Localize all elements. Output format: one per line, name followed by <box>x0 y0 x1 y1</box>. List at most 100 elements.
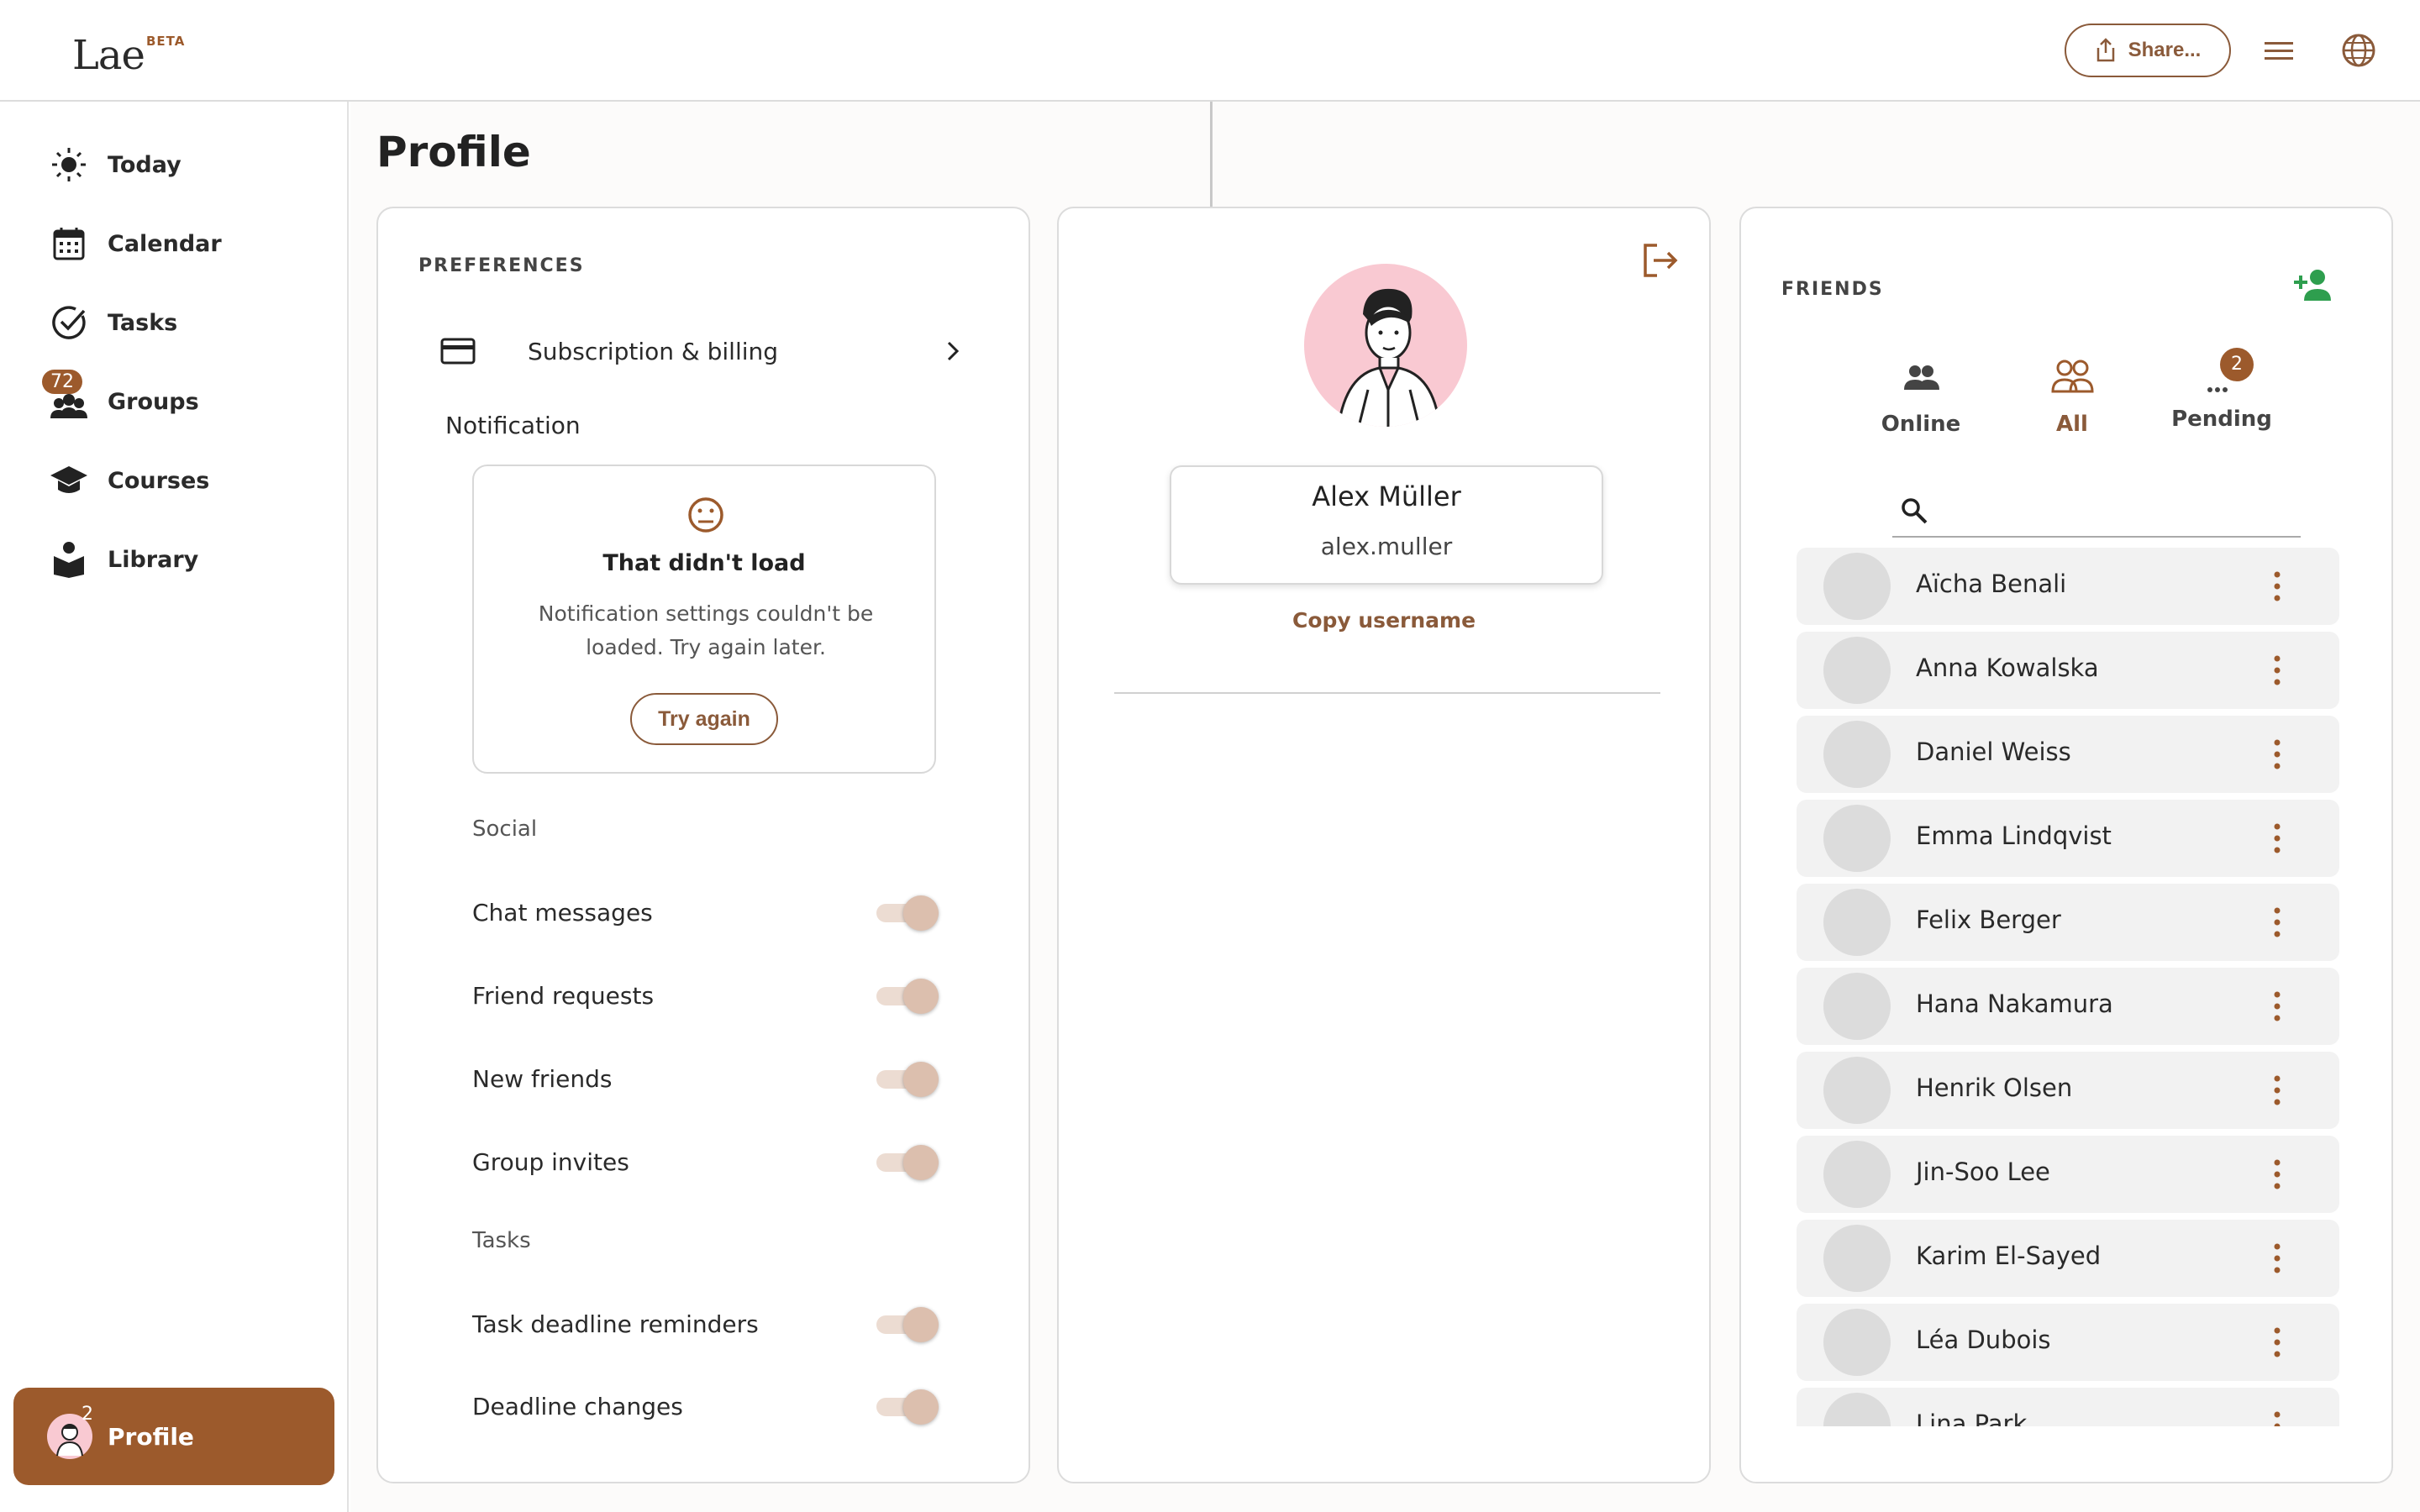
friend-search-input[interactable] <box>1943 494 2296 528</box>
friend-name: Aïcha Benali <box>1916 570 2067 598</box>
book-reader-icon <box>49 539 89 580</box>
more-vertical-icon[interactable] <box>2267 904 2287 941</box>
tab-label: All <box>2056 412 2088 437</box>
sun-icon <box>49 144 89 185</box>
friend-row[interactable]: Karim El-Sayed <box>1797 1220 2339 1297</box>
more-vertical-icon[interactable] <box>2267 652 2287 689</box>
logout-icon[interactable] <box>1640 240 1681 281</box>
app-logo[interactable]: Lae BETA <box>72 25 198 84</box>
toggle-switch[interactable] <box>876 1389 939 1425</box>
more-vertical-icon[interactable] <box>2267 820 2287 857</box>
sidebar-item-label: Courses <box>108 467 210 494</box>
share-button[interactable]: Share... <box>2065 24 2231 77</box>
calendar-icon <box>49 223 89 264</box>
friend-row[interactable]: Lina Park <box>1797 1388 2339 1426</box>
toggle-row: Chat messages <box>472 887 939 937</box>
friend-row[interactable]: Anna Kowalska <box>1797 632 2339 709</box>
sad-face-icon <box>688 497 723 533</box>
profile-avatar-large <box>1304 264 1467 427</box>
more-vertical-icon[interactable] <box>2267 988 2287 1025</box>
copy-username-button[interactable]: Copy username <box>1059 608 1709 633</box>
more-vertical-icon[interactable] <box>2267 1408 2287 1426</box>
tab-pending[interactable]: 2 Pending <box>2171 348 2272 449</box>
tab-all[interactable]: All <box>2022 356 2123 613</box>
friends-card: FRIENDS Online All 2 Pending Aïcha Benal… <box>1739 207 2393 1483</box>
top-bar: Lae BETA Share... <box>0 0 2420 102</box>
sidebar-item-tasks[interactable]: Tasks <box>49 297 318 348</box>
more-vertical-icon[interactable] <box>2267 1072 2287 1109</box>
toggle-knob <box>903 979 939 1014</box>
toggle-switch[interactable] <box>876 895 939 931</box>
friend-row[interactable]: Jin-Soo Lee <box>1797 1136 2339 1213</box>
more-vertical-icon[interactable] <box>2267 736 2287 773</box>
tasks-group-label: Tasks <box>472 1228 531 1253</box>
friend-row[interactable]: Emma Lindqvist <box>1797 800 2339 877</box>
friend-row[interactable]: Léa Dubois <box>1797 1304 2339 1381</box>
globe-icon[interactable] <box>2340 32 2377 69</box>
tab-online[interactable]: Online <box>1870 356 1971 449</box>
sidebar-item-calendar[interactable]: Calendar <box>49 218 318 269</box>
profile-avatar: 2 <box>47 1404 93 1459</box>
friend-name: Hana Nakamura <box>1916 990 2113 1018</box>
logo-wordmark: Lae <box>72 32 145 79</box>
profile-name-box: Alex Müller alex.muller <box>1170 465 1603 585</box>
toggle-row: Deadline changes <box>472 1381 939 1431</box>
more-vertical-icon[interactable] <box>2267 568 2287 605</box>
add-friend-icon[interactable] <box>2292 267 2336 304</box>
search-icon <box>1902 498 1928 524</box>
toggle-switch[interactable] <box>876 1145 939 1180</box>
friend-avatar <box>1823 1393 1891 1426</box>
friend-row[interactable]: Felix Berger <box>1797 884 2339 961</box>
friend-row[interactable]: Daniel Weiss <box>1797 716 2339 793</box>
sidebar-item-label: Profile <box>108 1422 194 1451</box>
sidebar-item-courses[interactable]: Courses <box>49 455 318 506</box>
toggle-switch[interactable] <box>876 979 939 1014</box>
try-again-button[interactable]: Try again <box>630 693 778 745</box>
friend-row[interactable]: Henrik Olsen <box>1797 1052 2339 1129</box>
friend-avatar <box>1823 721 1891 788</box>
sidebar-item-profile[interactable]: 2 Profile <box>13 1388 334 1485</box>
hamburger-menu-icon[interactable] <box>2262 34 2296 67</box>
preferences-card: PREFERENCES Subscription & billing Notif… <box>376 207 1030 1483</box>
page-title: Profile <box>376 128 531 176</box>
preferences-heading: PREFERENCES <box>418 255 585 276</box>
sidebar-item-label: Calendar <box>108 230 222 257</box>
more-vertical-icon[interactable] <box>2267 1156 2287 1193</box>
chevron-right-icon <box>947 341 960 361</box>
subscription-billing-row[interactable]: Subscription & billing <box>440 326 961 376</box>
toggle-knob <box>903 895 939 931</box>
friend-avatar <box>1823 1141 1891 1208</box>
sidebar-item-label: Tasks <box>108 309 178 336</box>
toggle-label: Task deadline reminders <box>472 1310 759 1338</box>
friend-row[interactable]: Aïcha Benali <box>1797 548 2339 625</box>
subscription-billing-label: Subscription & billing <box>528 337 779 365</box>
profile-username: alex.muller <box>1320 533 1453 560</box>
friend-search <box>1892 486 2301 538</box>
toggle-switch[interactable] <box>876 1307 939 1342</box>
toggle-switch[interactable] <box>876 1062 939 1097</box>
sidebar-item-library[interactable]: Library <box>49 534 318 585</box>
friend-avatar <box>1823 973 1891 1040</box>
sidebar-item-groups[interactable]: 72 Groups <box>42 370 318 427</box>
notification-error-box: That didn't load Notification settings c… <box>472 465 936 774</box>
toggle-knob <box>903 1062 939 1097</box>
sidebar-item-today[interactable]: Today <box>49 139 318 190</box>
toggle-row: Group invites <box>472 1137 939 1187</box>
sidebar-item-label: Library <box>108 546 199 573</box>
friend-list: Aïcha Benali Anna Kowalska Daniel Weiss Emm… <box>1797 548 2339 1426</box>
toggle-row: Task deadline reminders <box>472 1299 939 1349</box>
more-vertical-icon[interactable] <box>2267 1324 2287 1361</box>
graduation-cap-icon <box>49 460 89 501</box>
divider <box>1114 692 1660 694</box>
friend-name: Felix Berger <box>1916 906 2061 934</box>
check-circle-icon <box>49 302 89 343</box>
friend-row[interactable]: Hana Nakamura <box>1797 968 2339 1045</box>
credit-card-icon <box>440 338 476 365</box>
friend-avatar <box>1823 1225 1891 1292</box>
toggle-knob <box>903 1145 939 1180</box>
friend-avatar <box>1823 1057 1891 1124</box>
toggle-row: Friend requests <box>472 970 939 1021</box>
toggle-label: Chat messages <box>472 898 653 927</box>
friend-name: Daniel Weiss <box>1916 738 2071 766</box>
more-vertical-icon[interactable] <box>2267 1240 2287 1277</box>
